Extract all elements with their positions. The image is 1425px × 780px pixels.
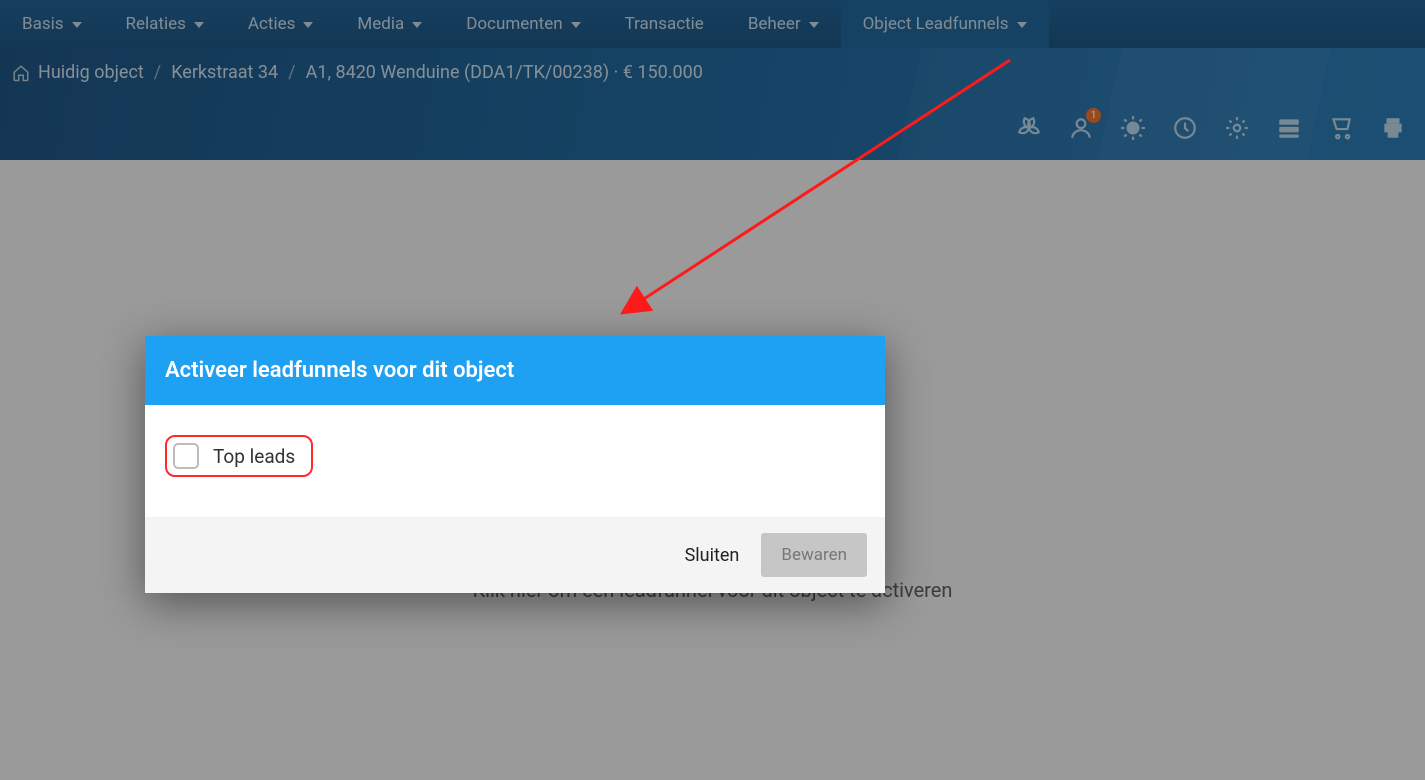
dialog-title: Activeer leadfunnels voor dit object [145,336,885,405]
leadfunnel-dialog: Activeer leadfunnels voor dit object Top… [145,336,885,593]
checkbox-icon[interactable] [173,443,199,469]
top-leads-label: Top leads [213,445,295,468]
dialog-body: Top leads [145,405,885,517]
save-button[interactable]: Bewaren [761,533,867,577]
top-leads-option[interactable]: Top leads [165,435,313,477]
close-button[interactable]: Sluiten [681,535,744,576]
dialog-footer: Sluiten Bewaren [145,517,885,593]
